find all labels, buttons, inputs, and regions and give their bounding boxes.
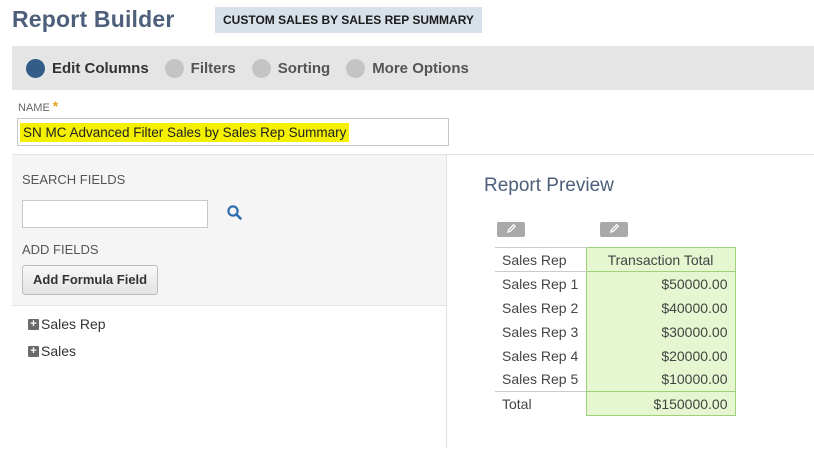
column-header-sales-rep[interactable]: Sales Rep — [495, 247, 586, 272]
cell-total-label: Total — [495, 391, 586, 416]
fields-panel: SEARCH FIELDS ADD FIELDS Add Formula Fie… — [12, 155, 447, 449]
step-label: Sorting — [277, 59, 331, 77]
field-tree: + Sales Rep + Sales — [12, 305, 446, 449]
report-preview-table: Sales Rep Transaction Total Sales Rep 1 … — [495, 247, 736, 416]
table-row: Sales Rep 2 $40000.00 — [495, 295, 736, 320]
table-total-row: Total $150000.00 — [495, 391, 736, 416]
table-row: Sales Rep 5 $10000.00 — [495, 367, 736, 392]
cell-sales-rep: Sales Rep 2 — [502, 299, 579, 316]
table-header-row: Sales Rep Transaction Total — [495, 247, 736, 272]
edit-column-button[interactable] — [600, 222, 628, 237]
name-label-text: NAME — [18, 102, 50, 114]
cell-transaction-total: $40000.00 — [585, 295, 736, 320]
pencil-icon — [506, 221, 517, 239]
tree-item-sales-rep[interactable]: + Sales Rep — [28, 316, 106, 332]
step-sorting[interactable]: Sorting — [251, 58, 331, 78]
cell-grand-total: $150000.00 — [585, 391, 736, 416]
cell-transaction-total: $30000.00 — [585, 319, 736, 344]
name-section: NAME * SN MC Advanced Filter Sales by Sal… — [12, 90, 814, 155]
plus-icon[interactable]: + — [28, 345, 39, 357]
step-dot-icon — [26, 58, 45, 78]
table-row: Sales Rep 1 $50000.00 — [495, 271, 736, 296]
step-edit-columns[interactable]: Edit Columns — [26, 58, 149, 78]
step-filters[interactable]: Filters — [164, 58, 236, 78]
search-fields-input[interactable] — [22, 200, 208, 228]
pencil-icon — [609, 221, 620, 239]
cell-transaction-total: $50000.00 — [585, 271, 736, 296]
tree-item-label: Sales — [41, 343, 77, 359]
cell-sales-rep: Sales Rep 4 — [502, 347, 579, 364]
cell-transaction-total: $10000.00 — [585, 367, 736, 392]
step-more-options[interactable]: More Options — [346, 58, 469, 78]
report-name-badge: CUSTOM SALES BY SALES REP SUMMARY — [215, 7, 482, 33]
cell-transaction-total: $20000.00 — [585, 343, 736, 368]
step-dot-icon — [251, 58, 271, 78]
tree-item-label: Sales Rep — [41, 316, 106, 332]
name-label: NAME * — [18, 98, 58, 114]
page-title: Report Builder — [12, 6, 175, 32]
step-dot-icon — [346, 58, 366, 78]
report-name-value: SN MC Advanced Filter Sales by Sales Rep… — [20, 122, 350, 142]
search-icon[interactable] — [226, 204, 244, 222]
column-header-transaction-total[interactable]: Transaction Total — [585, 247, 736, 272]
step-label: More Options — [372, 59, 469, 77]
report-name-input[interactable]: SN MC Advanced Filter Sales by Sales Rep… — [17, 118, 449, 146]
report-preview-title: Report Preview — [484, 175, 614, 196]
step-dot-icon — [164, 58, 184, 78]
cell-sales-rep: Sales Rep 5 — [502, 371, 579, 388]
step-label: Edit Columns — [52, 59, 149, 77]
table-row: Sales Rep 3 $30000.00 — [495, 319, 736, 344]
tree-item-sales[interactable]: + Sales — [28, 343, 76, 359]
plus-icon[interactable]: + — [28, 318, 39, 330]
table-row: Sales Rep 4 $20000.00 — [495, 343, 736, 368]
add-formula-field-button[interactable]: Add Formula Field — [22, 265, 159, 295]
search-fields-label: SEARCH FIELDS — [22, 172, 126, 187]
required-marker: * — [52, 98, 59, 114]
cell-sales-rep: Sales Rep 1 — [502, 275, 579, 292]
edit-column-button[interactable] — [497, 222, 525, 237]
cell-sales-rep: Sales Rep 3 — [502, 323, 579, 340]
step-bar: Edit Columns Filters Sorting More Option… — [12, 46, 814, 90]
step-label: Filters — [190, 59, 236, 77]
add-fields-label: ADD FIELDS — [22, 242, 99, 257]
